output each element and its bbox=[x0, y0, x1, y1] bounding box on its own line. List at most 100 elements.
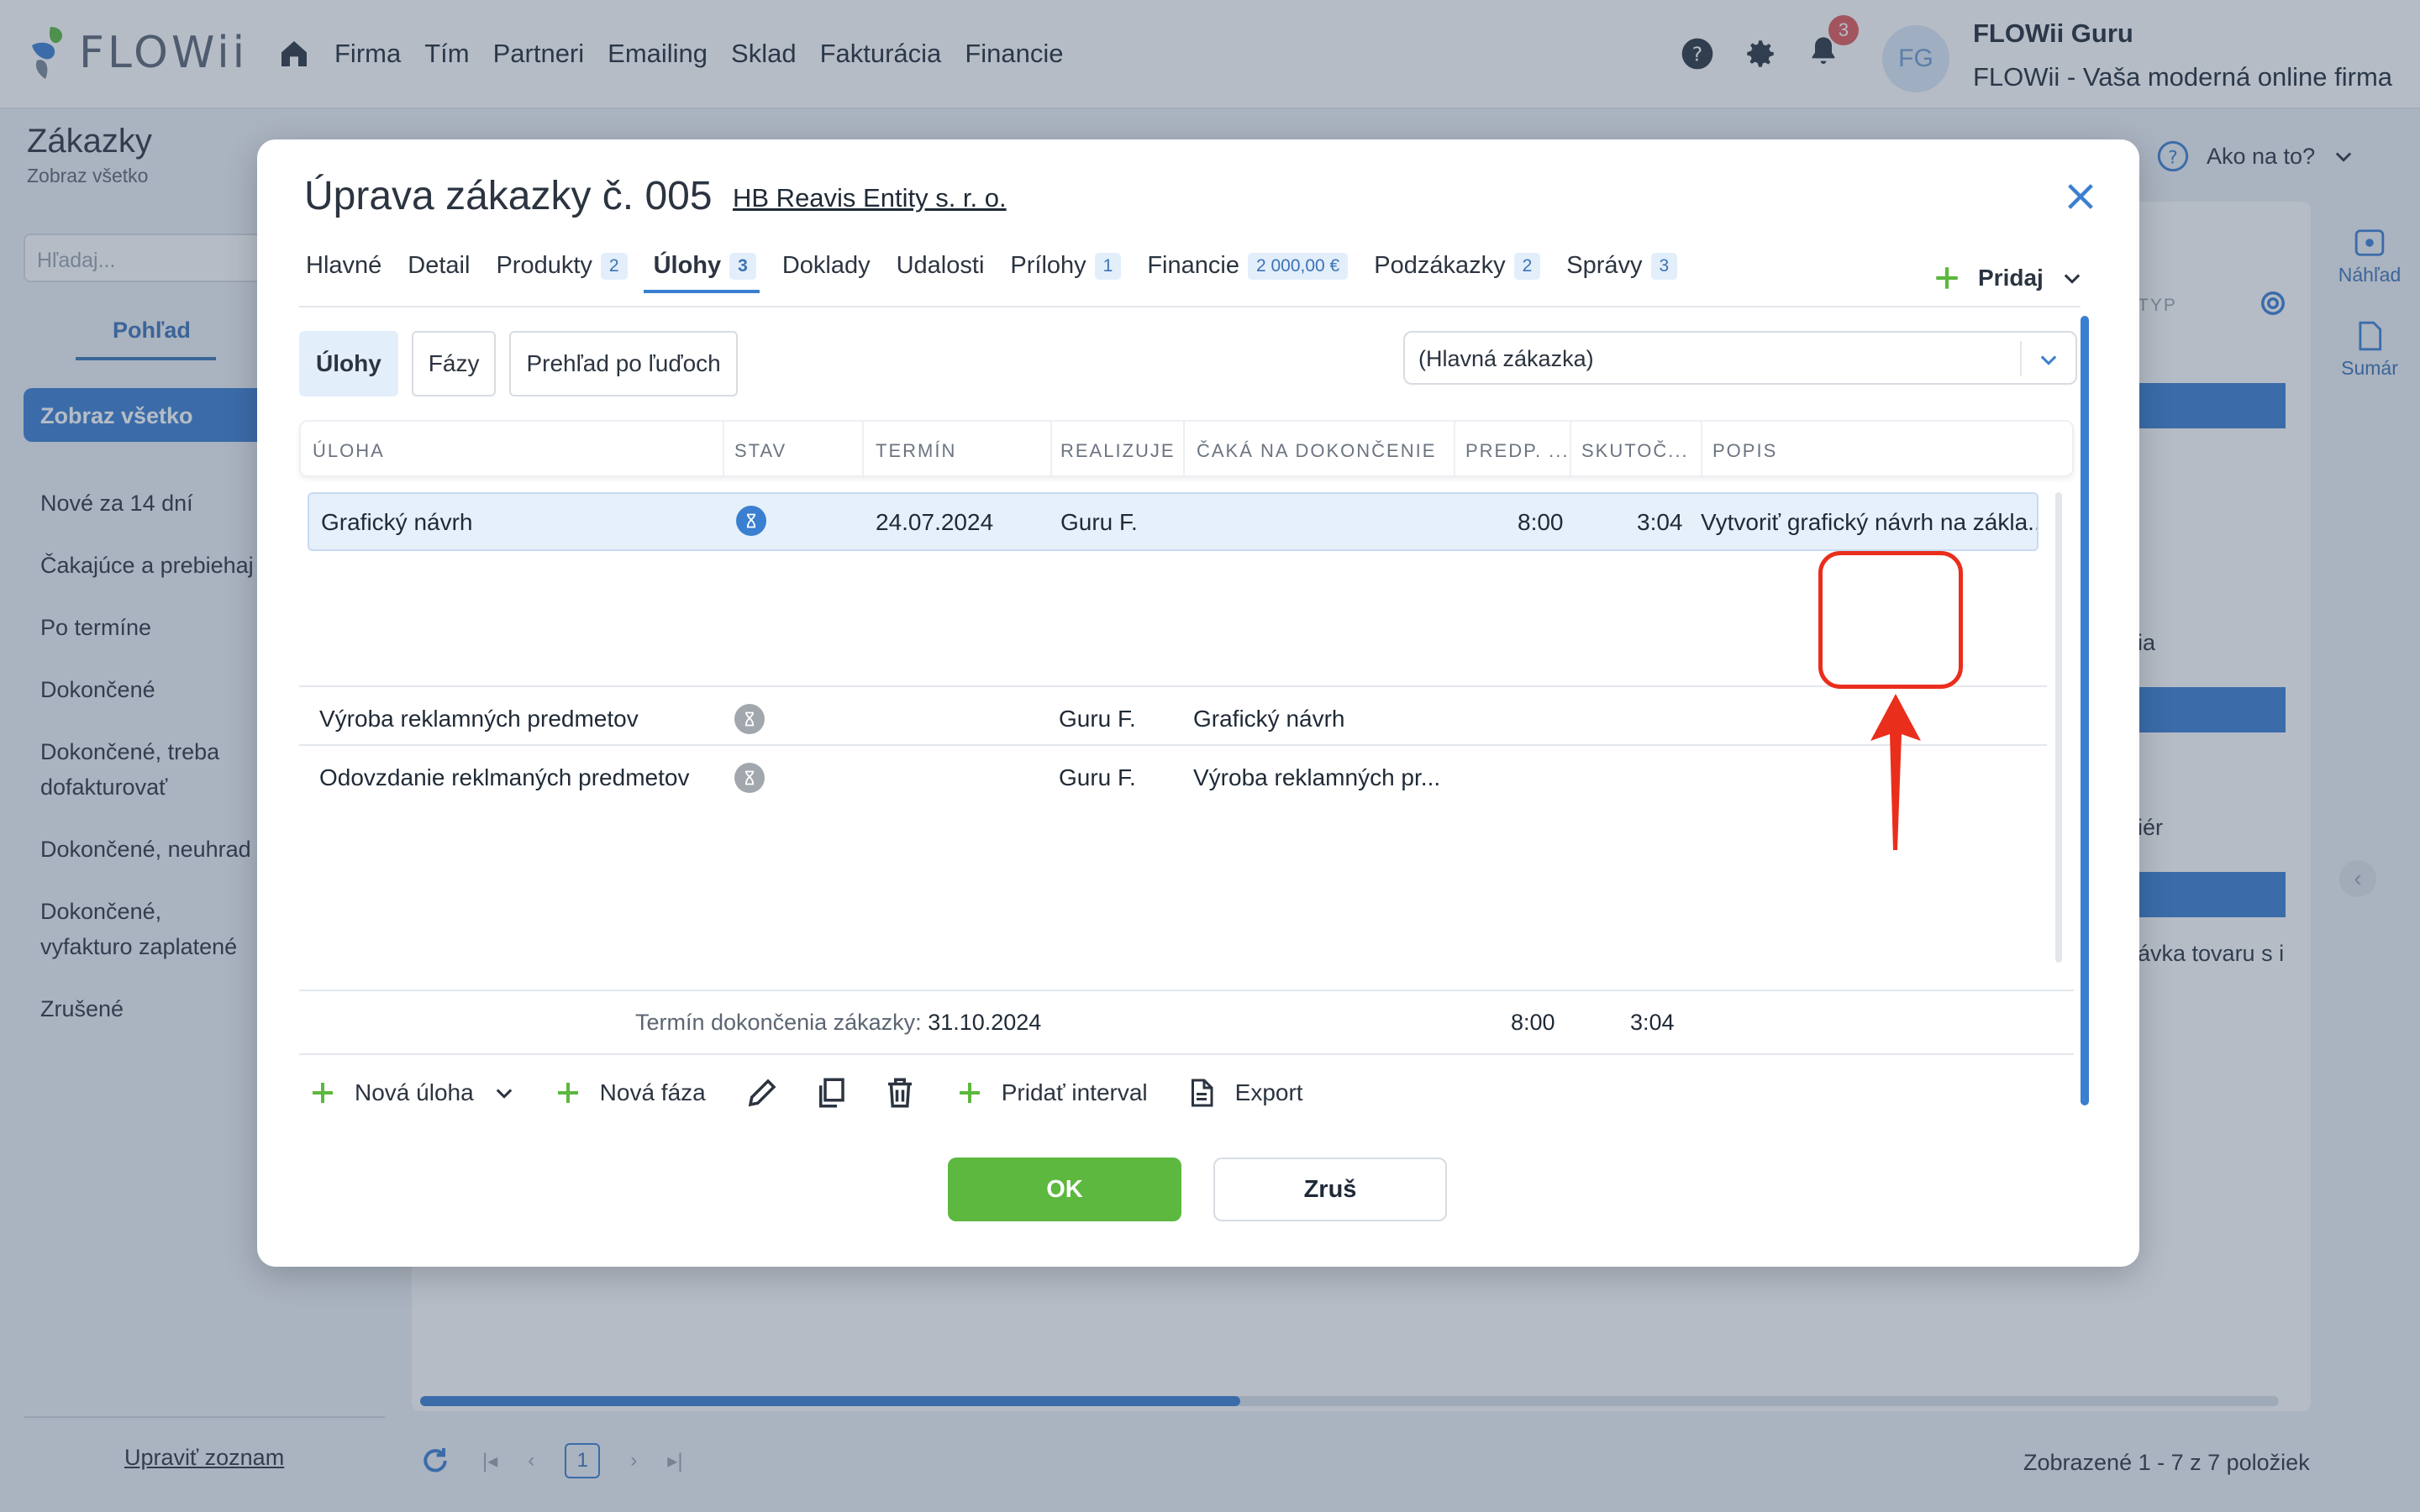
task-assignee: Guru F. bbox=[1060, 509, 1138, 535]
tab-financie[interactable]: Financie 2 000,00 € bbox=[1147, 244, 1349, 293]
tab-detail[interactable]: Detail bbox=[408, 244, 470, 293]
chevron-down-icon[interactable] bbox=[492, 1081, 516, 1105]
tab-count-badge: 1 bbox=[1094, 252, 1122, 280]
new-task-button[interactable]: Nová úloha bbox=[309, 1079, 516, 1106]
copy-icon[interactable] bbox=[813, 1075, 849, 1110]
add-interval-button[interactable]: Pridať interval bbox=[956, 1079, 1148, 1106]
status-in-progress[interactable] bbox=[736, 506, 766, 536]
task-planned-time: 8:00 bbox=[1518, 509, 1564, 535]
add-interval-label: Pridať interval bbox=[1001, 1079, 1148, 1105]
deadline-label: Termín dokončenia zákazky: 31.10.2024 bbox=[635, 1010, 1041, 1036]
column-divider bbox=[1570, 422, 1571, 475]
task-name: Grafický návrh bbox=[321, 509, 473, 535]
task-assignee: Guru F. bbox=[1059, 706, 1136, 732]
column-header-predpokladany-cas[interactable]: PREDP. ... bbox=[1465, 440, 1570, 462]
chevron-down-icon bbox=[2064, 274, 2081, 284]
tab-label: Financie bbox=[1147, 252, 1239, 279]
add-button[interactable]: Pridaj bbox=[1933, 264, 2084, 292]
task-assignee: Guru F. bbox=[1059, 764, 1136, 790]
tab-label: Prílohy bbox=[1010, 252, 1086, 279]
tab-label: Úlohy bbox=[653, 252, 722, 279]
pencil-icon[interactable] bbox=[744, 1075, 780, 1110]
task-name: Odovzdanie reklmaných predmetov bbox=[319, 764, 690, 790]
tab-label: Doklady bbox=[781, 252, 871, 279]
task-name: Výroba reklamných predmetov bbox=[319, 706, 639, 732]
order-select[interactable]: (Hlavná zákazka) bbox=[1403, 331, 2077, 385]
tab-label: Detail bbox=[408, 252, 471, 279]
tabs-divider bbox=[299, 306, 2081, 307]
tab-label: Správy bbox=[1566, 252, 1643, 279]
column-header-termin[interactable]: TERMÍN bbox=[876, 440, 956, 462]
tab-count-badge: 3 bbox=[729, 252, 756, 280]
table-row[interactable]: Odovzdanie reklmaných predmetov Guru F. … bbox=[299, 749, 2067, 808]
tab-produkty[interactable]: Produkty 2 bbox=[496, 244, 628, 293]
tab-spravy[interactable]: Správy 3 bbox=[1566, 244, 1678, 293]
tab-udalosti[interactable]: Udalosti bbox=[897, 244, 985, 293]
column-divider bbox=[1050, 422, 1052, 475]
table-scrollbar[interactable] bbox=[2055, 492, 2062, 963]
column-header-uloha[interactable]: ÚLOHA bbox=[313, 440, 385, 462]
customer-link[interactable]: HB Reavis Entity s. r. o. bbox=[733, 183, 1007, 213]
annotation-arrow-icon bbox=[1870, 694, 1921, 850]
column-divider bbox=[1701, 422, 1702, 475]
total-actual-time: 3:04 bbox=[1630, 1010, 1675, 1035]
table-row[interactable]: Výroba reklamných predmetov Guru F. Graf… bbox=[299, 690, 2067, 749]
task-view-switch: Úlohy Fázy Prehľad po ľuďoch bbox=[299, 331, 738, 396]
tab-ulohy[interactable]: Úlohy 3 bbox=[643, 244, 760, 293]
subtab-fazy[interactable]: Fázy bbox=[411, 331, 497, 396]
dialog-tabs: Hlavné Detail Produkty 2 Úlohy 3 Doklady U… bbox=[306, 244, 1703, 294]
column-divider bbox=[723, 422, 724, 475]
column-header-popis[interactable]: POPIS bbox=[1712, 440, 1777, 462]
new-phase-button[interactable]: Nová fáza bbox=[555, 1079, 706, 1106]
status-waiting[interactable] bbox=[734, 704, 765, 734]
new-phase-label: Nová fáza bbox=[599, 1079, 706, 1105]
ok-button[interactable]: OK bbox=[948, 1158, 1181, 1221]
hourglass-icon bbox=[734, 763, 765, 793]
tab-count-badge: 3 bbox=[1650, 252, 1678, 280]
edit-order-dialog: Úprava zákazky č. 005 HB Reavis Entity s… bbox=[257, 139, 2139, 1267]
plus-icon bbox=[1936, 267, 1958, 289]
cancel-button[interactable]: Zruš bbox=[1213, 1158, 1447, 1221]
export-label: Export bbox=[1234, 1079, 1303, 1105]
table-row[interactable]: Grafický návrh 24.07.2024 Guru F. 8:00 3… bbox=[308, 492, 2039, 551]
tab-doklady[interactable]: Doklady bbox=[782, 244, 871, 293]
tab-label: Hlavné bbox=[306, 252, 382, 279]
hourglass-icon bbox=[734, 704, 765, 734]
deadline-text: Termín dokončenia zákazky: bbox=[635, 1010, 922, 1035]
task-description: Vytvoriť grafický návrh na zákla... bbox=[1701, 509, 2037, 535]
document-icon bbox=[1191, 1079, 1213, 1107]
export-button[interactable]: Export bbox=[1186, 1075, 1303, 1110]
plus-icon bbox=[959, 1083, 980, 1103]
deadline-date: 31.10.2024 bbox=[928, 1010, 1042, 1035]
table-header: ÚLOHA STAV TERMÍN REALIZUJE ČAKÁ NA DOKO… bbox=[299, 420, 2074, 477]
column-header-skutocny-cas[interactable]: SKUTOČ... bbox=[1581, 440, 1689, 462]
tab-label: Produkty bbox=[496, 252, 592, 279]
tab-prilohy[interactable]: Prílohy 1 bbox=[1010, 244, 1122, 293]
tab-count-badge: 2 bbox=[600, 252, 628, 280]
tab-hlavne[interactable]: Hlavné bbox=[306, 244, 381, 293]
tab-label: Udalosti bbox=[896, 252, 985, 279]
order-select-value: (Hlavná zákazka) bbox=[1418, 346, 1594, 371]
close-icon[interactable] bbox=[2064, 180, 2097, 213]
task-actions: Nová úloha Nová fáza Pridať interval Exp… bbox=[309, 1075, 1342, 1110]
task-waits-for: Výroba reklamných pr... bbox=[1193, 764, 1441, 790]
subtab-prehlad-po-ludoch[interactable]: Prehľad po ľuďoch bbox=[509, 331, 738, 396]
tab-count-badge: 2 bbox=[1513, 252, 1541, 280]
subtab-ulohy[interactable]: Úlohy bbox=[299, 331, 398, 396]
tab-podzakazky[interactable]: Podzákazky 2 bbox=[1374, 244, 1541, 293]
row-divider bbox=[299, 685, 2047, 687]
select-separator bbox=[2020, 341, 2022, 376]
column-divider bbox=[1183, 422, 1185, 475]
new-task-label: Nová úloha bbox=[355, 1079, 474, 1105]
column-header-stav[interactable]: STAV bbox=[734, 440, 786, 462]
trash-icon[interactable] bbox=[882, 1075, 918, 1110]
plus-icon bbox=[557, 1083, 578, 1103]
column-header-caka-na-dokoncenie[interactable]: ČAKÁ NA DOKONČENIE bbox=[1197, 440, 1436, 462]
dialog-scrollbar[interactable] bbox=[2081, 316, 2089, 1105]
annotation-highlight-box bbox=[1818, 551, 1963, 689]
add-label: Pridaj bbox=[1978, 265, 2044, 291]
status-waiting[interactable] bbox=[734, 763, 765, 793]
column-header-realizuje[interactable]: REALIZUJE bbox=[1060, 440, 1176, 462]
task-actual-time: 3:04 bbox=[1637, 509, 1683, 535]
tab-label: Podzákazky bbox=[1374, 252, 1506, 279]
